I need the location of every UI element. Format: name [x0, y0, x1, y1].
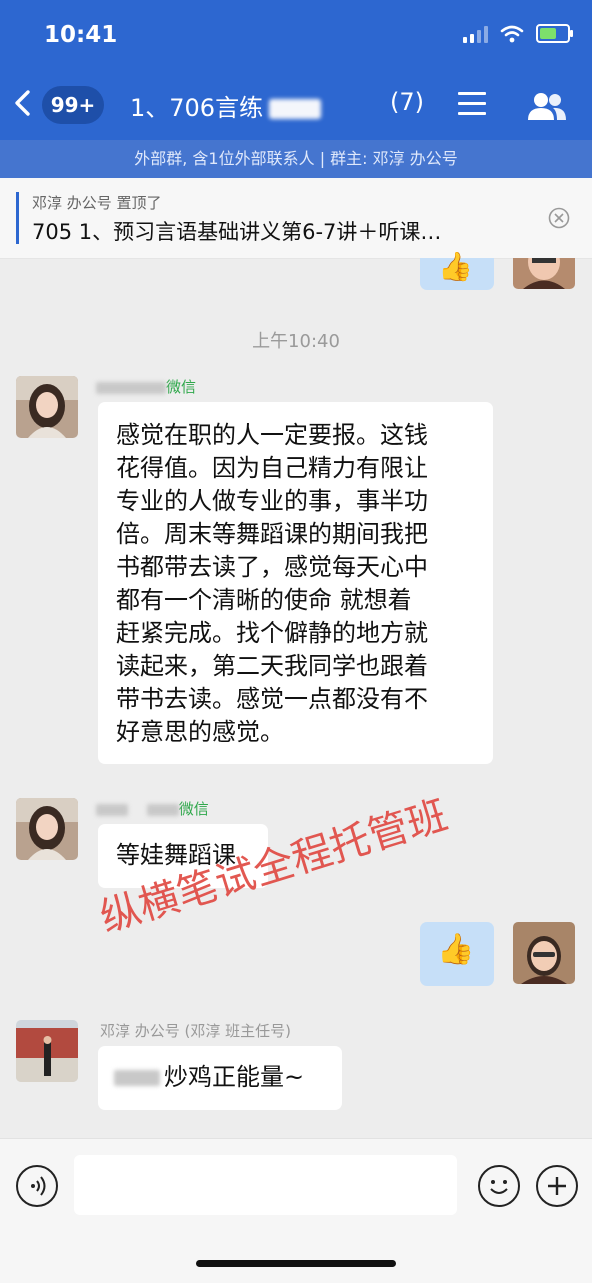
voice-icon[interactable]	[16, 1165, 58, 1207]
text-line: 书都带去读了，感觉每天心中	[116, 553, 428, 581]
status-time: 10:41	[44, 22, 118, 48]
chat-title-text: 1、706言练	[130, 94, 264, 122]
redacted-name	[146, 803, 179, 816]
text-line: 倍。周末等舞蹈课的期间我把	[116, 520, 428, 548]
message-bubble[interactable]: 感觉在职的人一定要报。这钱 花得值。因为自己精力有限让 专业的人做专业的事，事半…	[98, 402, 493, 764]
wechat-tag: 微信	[178, 800, 209, 818]
my-avatar[interactable]	[513, 922, 575, 984]
text-line: 好意思的感觉。	[116, 718, 284, 746]
nav-bar: 99+ 1、706言练 (7)	[0, 82, 592, 130]
previous-my-bubble[interactable]: 👍	[420, 250, 494, 290]
message-bubble[interactable]: 炒鸡正能量~	[98, 1046, 342, 1110]
redacted-title	[269, 99, 322, 119]
back-button[interactable]	[12, 86, 32, 129]
battery-icon	[536, 24, 573, 43]
text-line: 赶紧完成。找个僻静的地方就	[116, 619, 428, 647]
sender-avatar[interactable]	[16, 376, 78, 438]
chevron-left-icon	[15, 90, 30, 116]
pinned-message[interactable]: 邓淳 办公号 置顶了 705 1、预习言语基础讲义第6-7讲＋听课…	[0, 178, 592, 259]
my-avatar[interactable]	[513, 258, 575, 289]
unread-badge[interactable]: 99+	[42, 86, 104, 124]
hamburger-icon[interactable]	[458, 92, 486, 122]
pinned-by: 邓淳 办公号 置顶了	[32, 194, 162, 212]
message-text: 炒鸡正能量~	[164, 1063, 305, 1091]
sender-avatar[interactable]	[16, 1020, 78, 1082]
thumbs-up-emoji: 👍	[437, 932, 475, 967]
signal-icon	[463, 25, 488, 43]
chat-header: 10:41 99+ 1、706言练 (7)	[0, 0, 592, 140]
wechat-tag: 微信	[166, 378, 197, 396]
text-line: 读起来，第二天我同学也跟着	[116, 652, 428, 680]
sender-name: 微信	[96, 798, 209, 819]
group-members-icon[interactable]	[526, 90, 568, 126]
status-icons	[463, 24, 573, 43]
sender-name: 邓淳 办公号 (邓淳 班主任号)	[100, 1022, 292, 1040]
text-line: 都有一个清晰的使命 就想着	[116, 586, 412, 614]
group-info-bar[interactable]: 外部群, 含1位外部联系人 | 群主: 邓淳 办公号	[0, 140, 592, 178]
home-indicator[interactable]	[196, 1260, 396, 1267]
plus-icon[interactable]	[536, 1165, 578, 1207]
redacted-name	[96, 381, 166, 394]
pinned-accent	[16, 192, 19, 244]
close-pinned-icon[interactable]	[548, 207, 570, 229]
thumbs-up-emoji: 👍	[438, 250, 473, 283]
wifi-icon	[500, 25, 524, 42]
sender-avatar[interactable]	[16, 798, 78, 860]
my-bubble[interactable]: 👍	[420, 922, 494, 986]
member-count: (7)	[390, 88, 424, 116]
time-separator: 上午10:40	[252, 331, 340, 352]
sender-name: 微信	[96, 376, 196, 397]
redacted-text	[114, 1070, 160, 1086]
message-text: 感觉在职的人一定要报。这钱 花得值。因为自己精力有限让 专业的人做专业的事，事半…	[98, 402, 493, 749]
text-line: 感觉在职的人一定要报。这钱	[116, 421, 428, 449]
text-line: 专业的人做专业的事，事半功	[116, 487, 428, 515]
text-line: 带书去读。感觉一点都没有不	[116, 685, 428, 713]
message-input[interactable]	[74, 1155, 457, 1215]
chat-title[interactable]: 1、706言练	[130, 88, 327, 123]
redacted-name	[96, 803, 128, 816]
text-line: 花得值。因为自己精力有限让	[116, 454, 428, 482]
emoji-smile-icon[interactable]	[478, 1165, 520, 1207]
pinned-text: 705 1、预习言语基础讲义第6-7讲＋听课…	[32, 220, 442, 244]
